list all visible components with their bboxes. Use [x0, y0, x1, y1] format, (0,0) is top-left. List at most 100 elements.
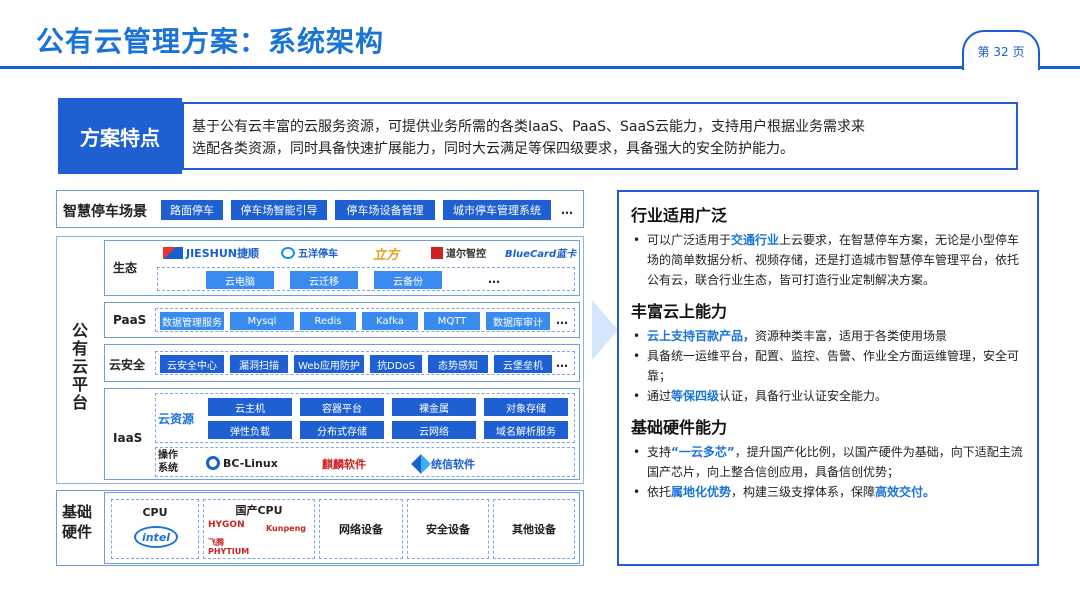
iaas-item: 容器平台 [300, 398, 384, 416]
daoer-logo-text: 道尔智控 [446, 249, 486, 260]
paas-item: Redis [300, 312, 356, 330]
cloud-bullet-3: 通过等保四级认证，具备行业认证安全能力。 [631, 386, 1025, 406]
eco-item: 云迁移 [290, 271, 358, 289]
paas-item: MQTT [424, 312, 480, 330]
scene-item: 城市停车管理系统 [443, 200, 551, 220]
header-divider [0, 66, 1080, 69]
paas-services: 数据管理服务 Mysql Redis Kafka MQTT 数据库审计 … [155, 308, 575, 332]
industry-title: 行业适用广泛 [631, 206, 728, 225]
bc-linux-logo-text: BC-Linux [223, 456, 278, 470]
security-item: Web应用防护 [294, 355, 364, 373]
highlight-text: 交通行业 [731, 233, 780, 247]
feature-description: 基于公有云丰富的云服务资源，可提供业务所需的各类IaaS、PaaS、SaaS云能… [182, 102, 1018, 170]
os-row: 操作 系统 BC-Linux 麒麟软件 统信软件 [155, 447, 575, 477]
paas-row: PaaS 数据管理服务 Mysql Redis Kafka MQTT 数据库审计… [104, 302, 580, 338]
cloud-bullet-2: 具备统一运维平台，配置、监控、告警、作业全方面运维管理，安全可靠； [631, 346, 1025, 386]
cloud-bullet-1: 云上支持百款产品，资源种类丰富，适用于各类使用场景 [631, 326, 1025, 346]
hardware-row: CPU intel 国产CPU HYGON Kunpeng 飞腾 PHYTIUM… [104, 492, 580, 564]
scene-row: 智慧停车场景 路面停车 停车场智能引导 停车场设备管理 城市停车管理系统 … [56, 190, 584, 228]
paas-ellipsis: … [556, 313, 568, 327]
wuyang-logo: 五洋停车 [281, 245, 338, 260]
scene-item: 停车场智能引导 [231, 200, 327, 220]
other-device-cell: 其他设备 [493, 499, 575, 559]
kylin-logo: 麒麟软件 [322, 458, 366, 471]
kunpeng-logo: Kunpeng [266, 524, 307, 533]
ecosystem-row: 生态 JIESHUN捷顺 五洋停车 立方 道尔智控 BlueCard蓝卡 云电脑… [104, 240, 580, 296]
ecosystem-label: 生态 [113, 261, 138, 275]
hardware-bullet-2: 依托属地化优势，构建三级支撑体系，保障高效交付。 [631, 482, 1025, 502]
highlight-text: “一云多芯” [671, 445, 735, 459]
jieshun-icon [163, 247, 183, 259]
hardware-capability-section: 基础硬件能力 支持“一云多芯”，提升国产化比例，以国产硬件为基础，向下适配主流国… [631, 414, 1025, 502]
eco-item: 云备份 [374, 271, 442, 289]
iaas-item: 云主机 [208, 398, 292, 416]
security-row: 云安全 云安全中心 漏洞扫描 Web应用防护 抗DDoS 态势感知 云堡垒机 … [104, 344, 580, 382]
wuyang-logo-text: 五洋停车 [298, 249, 338, 260]
iaas-item: 分布式存储 [300, 421, 384, 439]
security-item: 漏洞扫描 [230, 355, 288, 373]
os-label-line1: 操作 [158, 450, 178, 461]
text-span: ，构建三级支撑体系，保障 [731, 485, 876, 499]
paas-item: 数据管理服务 [160, 312, 224, 330]
uniontech-logo-text: 统信软件 [431, 458, 475, 471]
scene-item: 停车场设备管理 [335, 200, 435, 220]
bc-linux-icon [206, 456, 220, 470]
security-item: 抗DDoS [370, 355, 422, 373]
iaas-row: IaaS 云资源 云主机 容器平台 裸金属 对象存储 弹性负载 分布式存储 云网… [104, 388, 580, 480]
cloud-resource-label: 云资源 [158, 412, 195, 426]
os-label: 操作 系统 [158, 449, 178, 475]
daoer-logo: 道尔智控 [431, 245, 486, 260]
highlight-text: 等保四级 [671, 389, 720, 403]
highlight-text: 属地化优势 [671, 485, 732, 499]
security-services: 云安全中心 漏洞扫描 Web应用防护 抗DDoS 态势感知 云堡垒机 … [155, 351, 575, 375]
security-item: 云堡垒机 [494, 355, 552, 373]
jieshun-logo-text: JIESHUN捷顺 [186, 247, 259, 260]
wuyang-icon [281, 246, 295, 259]
bluecard-logo: BlueCard蓝卡 [505, 249, 577, 260]
feature-label: 方案特点 [58, 98, 182, 174]
hardware-label: 基础 硬件 [62, 502, 92, 542]
jieshun-logo: JIESHUN捷顺 [163, 245, 259, 261]
domestic-cpu-cell: 国产CPU HYGON Kunpeng 飞腾 PHYTIUM [203, 499, 315, 559]
text-span: 认证，具备行业认证安全能力。 [719, 389, 888, 403]
paas-item: Kafka [362, 312, 418, 330]
page-title: 公有云管理方案：系统架构 [36, 25, 385, 58]
os-label-line2: 系统 [158, 463, 178, 474]
paas-item: 数据库审计 [486, 312, 550, 330]
iaas-item: 弹性负载 [208, 421, 292, 439]
eco-ellipsis: … [488, 272, 500, 286]
highlight-text: 云上支持百款产品， [647, 329, 756, 343]
scene-item: 路面停车 [161, 200, 223, 220]
intel-logo: intel [134, 526, 178, 548]
security-item: 态势感知 [428, 355, 488, 373]
security-device-cell: 安全设备 [407, 499, 489, 559]
iaas-item: 域名解析服务 [484, 421, 568, 439]
industry-bullet: 可以广泛适用于交通行业上云要求，在智慧停车方案，无论是小型停车场的简单数据分析、… [631, 230, 1025, 290]
paas-item: Mysql [230, 312, 294, 330]
security-ellipsis: … [556, 356, 568, 370]
lifang-logo: 立方 [373, 248, 400, 263]
ecosystem-services: 云电脑 云迁移 云备份 … [157, 267, 575, 291]
uniontech-icon [411, 454, 431, 474]
cloud-capability-title: 丰富云上能力 [631, 302, 728, 321]
highlight-text: 高效交付。 [875, 485, 936, 499]
uniontech-logo: 统信软件 [411, 454, 475, 474]
paas-label: PaaS [113, 313, 147, 327]
text-span: 通过 [647, 389, 672, 403]
iaas-item: 裸金属 [392, 398, 476, 416]
phytium-logo: 飞腾 PHYTIUM [208, 538, 250, 556]
domestic-cpu-label: 国产CPU [235, 504, 283, 517]
text-span: 依托 [647, 485, 672, 499]
feature-text-line2: 选配各类资源，同时具备快速扩展能力，同时大云满足等保四级要求，具备强大的安全防护… [192, 141, 794, 157]
scene-label: 智慧停车场景 [63, 204, 147, 220]
text-span: 支持 [647, 445, 672, 459]
capability-panel: 行业适用广泛 可以广泛适用于交通行业上云要求，在智慧停车方案，无论是小型停车场的… [617, 190, 1039, 566]
architecture-diagram: 智慧停车场景 路面停车 停车场智能引导 停车场设备管理 城市停车管理系统 … 公… [56, 190, 586, 570]
daoer-icon [431, 246, 443, 259]
intel-logo-text: intel [141, 530, 171, 544]
cloud-resources: 云资源 云主机 容器平台 裸金属 对象存储 弹性负载 分布式存储 云网络 域名解… [155, 393, 575, 443]
hardware-label-line2: 硬件 [62, 523, 93, 541]
cpu-label: CPU [142, 506, 168, 519]
network-device-cell: 网络设备 [319, 499, 403, 559]
industry-section: 行业适用广泛 可以广泛适用于交通行业上云要求，在智慧停车方案，无论是小型停车场的… [631, 202, 1025, 290]
